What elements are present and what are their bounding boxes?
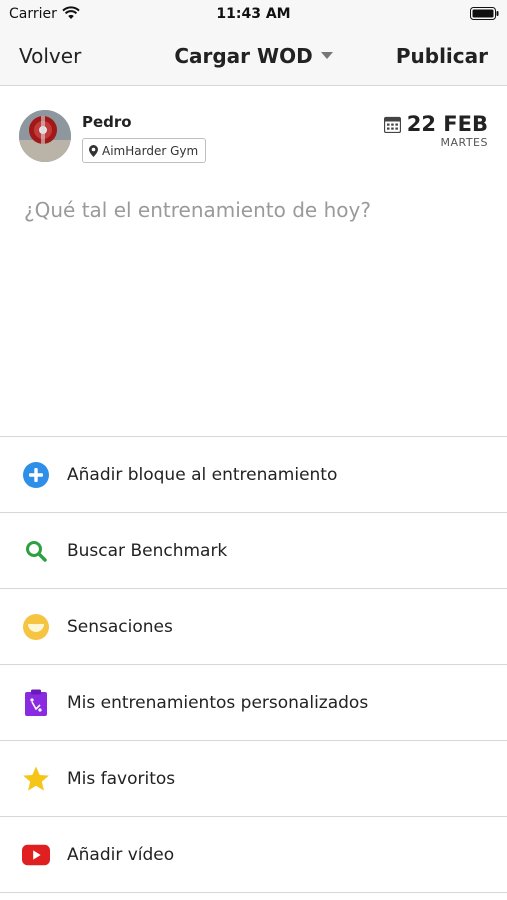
calendar-icon <box>383 116 401 133</box>
custom-workouts-option[interactable]: Mis entrenamientos personalizados <box>0 665 507 741</box>
option-label: Mis favoritos <box>67 768 176 789</box>
weekday-label: MARTES <box>440 136 488 149</box>
search-benchmark-option[interactable]: Buscar Benchmark <box>0 513 507 589</box>
option-label: Sensaciones <box>67 616 173 637</box>
add-block-option[interactable]: Añadir bloque al entrenamiento <box>0 437 507 513</box>
page-title: Cargar WOD <box>174 44 313 68</box>
date-selector[interactable]: 22 FEB MARTES <box>383 112 488 149</box>
option-label: Añadir bloque al entrenamiento <box>67 464 338 485</box>
chevron-down-icon <box>320 52 333 59</box>
navigation-bar: Volver Cargar WOD Publicar <box>0 28 507 86</box>
user-name: Pedro <box>82 113 132 131</box>
clipboard-icon <box>22 689 50 717</box>
star-icon <box>22 765 50 793</box>
gym-name: AimHarder Gym <box>102 143 199 158</box>
feelings-option[interactable]: Sensaciones <box>0 589 507 665</box>
option-label: Mis entrenamientos personalizados <box>67 692 369 713</box>
add-circle-icon <box>22 461 50 489</box>
location-pin-icon <box>89 144 98 157</box>
battery-icon <box>470 7 499 20</box>
status-time: 11:43 AM <box>216 6 291 22</box>
date-value: 22 FEB <box>406 112 488 136</box>
publish-button[interactable]: Publicar <box>396 44 488 68</box>
avatar <box>19 110 71 162</box>
options-list: Añadir bloque al entrenamiento Buscar Be… <box>0 436 507 893</box>
gym-location-tag[interactable]: AimHarder Gym <box>82 138 207 163</box>
option-label: Buscar Benchmark <box>67 540 228 561</box>
youtube-icon <box>22 841 50 869</box>
option-label: Añadir vídeo <box>67 844 175 865</box>
favorites-option[interactable]: Mis favoritos <box>0 741 507 817</box>
search-icon <box>22 537 50 565</box>
smiley-icon <box>22 613 50 641</box>
add-video-option[interactable]: Añadir vídeo <box>0 817 507 893</box>
status-bar: Carrier 11:43 AM <box>0 0 507 28</box>
workout-text-input[interactable]: ¿Qué tal el entrenamiento de hoy? <box>24 198 371 222</box>
